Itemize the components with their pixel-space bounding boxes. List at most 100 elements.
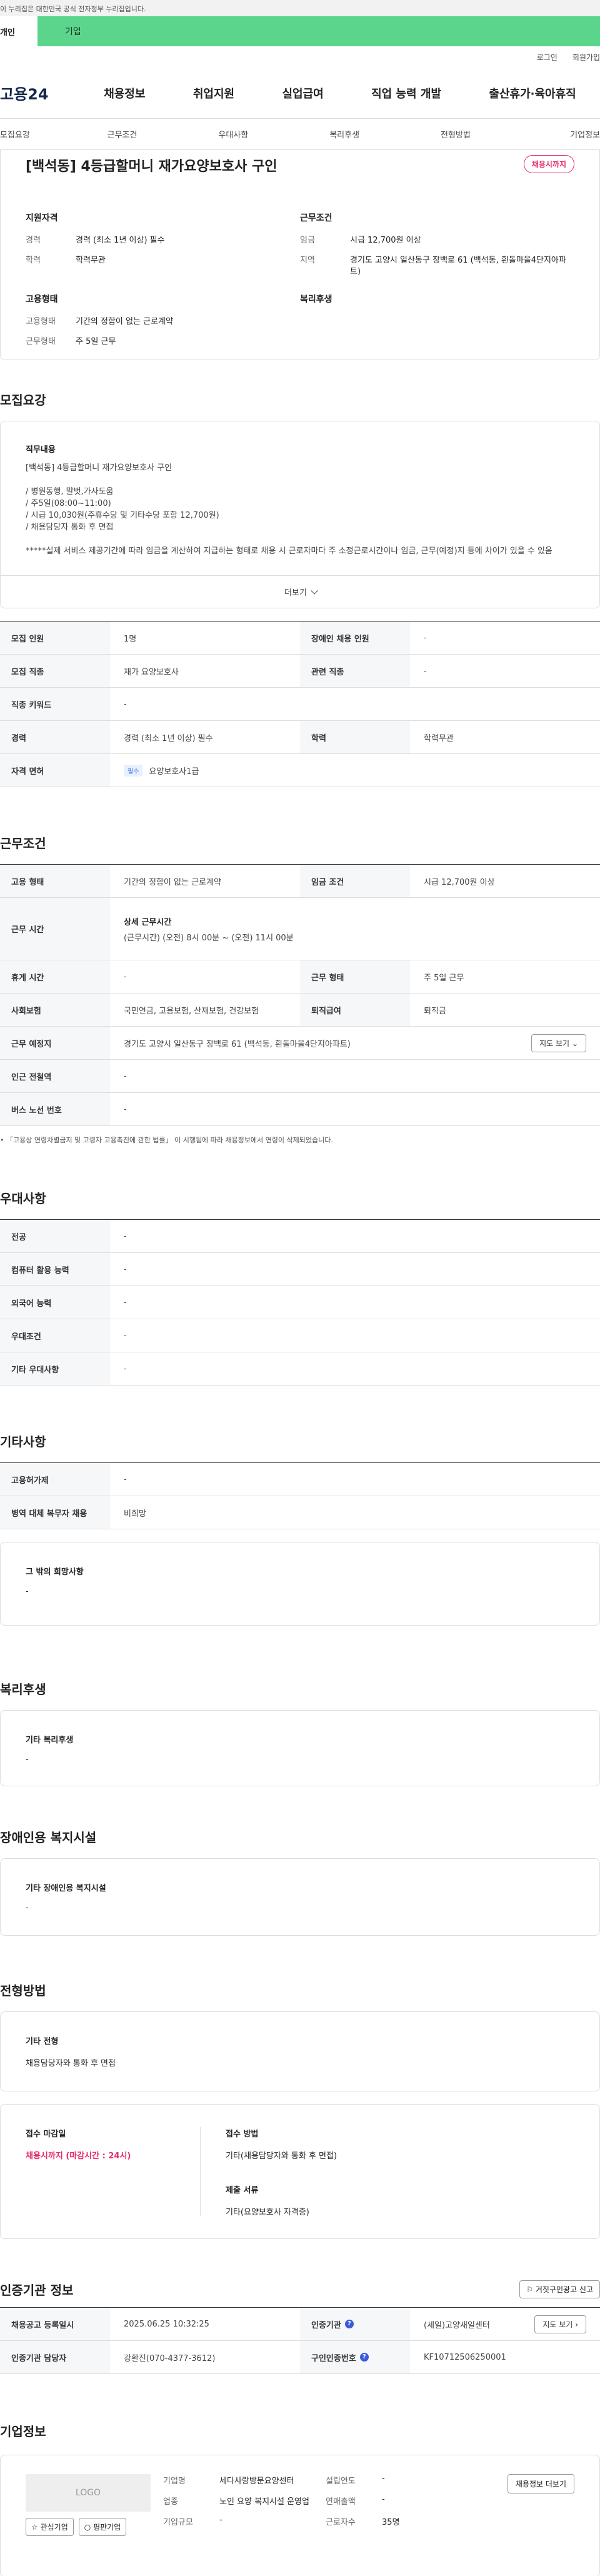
company-logo: LOGO: [26, 2474, 151, 2512]
etc-section-title: 기타사항: [0, 1434, 46, 1449]
tab-person[interactable]: 개인: [0, 16, 38, 46]
job-desc-line: [26, 533, 574, 545]
more-button[interactable]: 더보기: [1, 575, 599, 608]
org-section-title: 인증기관 정보: [0, 2283, 74, 2298]
disabled-hire-label: 장애인 채용 인원: [300, 621, 410, 654]
license-value: 요양보호사1급: [149, 767, 199, 777]
etc-table: 고용허가제 - 병역 대체 복무자 채용 비희망: [0, 1462, 600, 1529]
site-logo[interactable]: 고용24: [0, 82, 80, 104]
pref-section-title: 우대사항: [0, 1191, 46, 1206]
career-value: 경력 (최소 1년 이상) 필수: [76, 236, 165, 245]
retirement-label: 퇴직급여: [300, 994, 410, 1026]
join-link[interactable]: 회원가입: [572, 52, 600, 63]
welfare-heading: 기타 복리후생: [26, 1736, 74, 1745]
map-view-button[interactable]: 지도 보기 ⌄: [531, 1034, 586, 1052]
career-label: 경력: [0, 721, 110, 753]
work-form-value: 주 5일 근무: [424, 973, 464, 983]
pref-etc-label: 기타 우대사항: [0, 1352, 110, 1385]
favorite-company-button[interactable]: ☆ 관심기업: [26, 2518, 74, 2536]
workplace-cell: 경기도 고양시 일산동구 장백로 61 (백석동, 흰돌마을4단지아파트) 지도 …: [110, 1027, 600, 1059]
review-company-button[interactable]: ○ 평판기업: [78, 2518, 127, 2536]
report-button[interactable]: ⚐ 거짓구인광고 신고: [519, 2280, 600, 2298]
qualification-block: 지원자격 경력 경력 (최소 1년 이상) 필수 학력 학력무관 고용형태 고용형태…: [26, 211, 300, 356]
tab-company[interactable]: 기업: [38, 16, 600, 46]
chevron-down-icon: ⌄: [571, 1039, 578, 1048]
anchor-company[interactable]: 기업정보: [511, 128, 600, 140]
company-logo-area: LOGO ☆ 관심기업 ○ 평판기업: [26, 2474, 163, 2558]
gnb-item-training[interactable]: 직업 능력 개발: [371, 85, 441, 101]
deadline-badge: 채용시까지: [523, 155, 574, 173]
selection-box: 기타 전형 채용담당자와 통화 후 면접: [0, 2011, 600, 2091]
star-icon: ☆: [31, 2523, 38, 2532]
gov-banner-text: 이 누리집은 대한민국 공식 전자정부 누리집입니다.: [0, 5, 146, 13]
login-link[interactable]: 로그인: [537, 52, 558, 63]
anchor-selection[interactable]: 전형방법: [400, 128, 511, 140]
docs-value: 기타(요양보호사 자격증): [226, 2208, 309, 2217]
gnb-item-support[interactable]: 취업지원: [193, 85, 234, 101]
emp-type-label: 고용 형태: [0, 865, 110, 897]
job-desc-line: *****실제 서비스 제공기간에 따라 임금을 계산하여 지급하는 형태로 채…: [26, 546, 552, 556]
work-time-label: 근무 시간: [0, 898, 110, 960]
org-table: 채용공고 등록일시 2025.06.25 10:32:25 인증기관? (세일)고양새…: [0, 2307, 600, 2374]
company-size-label: 기업규모: [163, 2518, 193, 2527]
gnb-item-leave[interactable]: 출산휴가·육아휴직: [489, 85, 576, 101]
anchor-nav: 모집요강 근무조건 우대사항 복리후생 전형방법 기업정보: [0, 119, 600, 150]
docs-label: 제출 서류: [226, 2186, 259, 2195]
anchor-preference[interactable]: 우대사항: [178, 128, 289, 140]
chevron-down-icon: [311, 586, 318, 595]
global-nav: 고용24 채용정보 취업지원 실업급여 직업 능력 개발 출산휴가·육아휴직: [0, 68, 600, 119]
headcount-label: 모집 인원: [0, 621, 110, 654]
military-value: 비희망: [124, 1509, 146, 1519]
conditions-block: 근무조건 임금 시급 12,700원 이상 지역 경기도 고양시 일산동구 장백로 …: [300, 211, 574, 356]
job-desc-line: / 병원동행, 말벗,가사도움: [26, 487, 114, 496]
anchor-conditions[interactable]: 근무조건: [67, 128, 178, 140]
welfare-value: -: [26, 1755, 29, 1764]
anchor-welfare[interactable]: 복리후생: [289, 128, 400, 140]
job-desc-line: [26, 474, 574, 486]
disabled-hire-value: -: [424, 633, 427, 643]
break-value: -: [124, 972, 127, 982]
review-label: 평판기업: [93, 2523, 121, 2532]
employment-heading: 고용형태: [26, 294, 58, 304]
gnb-item-unemployment[interactable]: 실업급여: [282, 85, 323, 101]
company-box: LOGO ☆ 관심기업 ○ 평판기업 기업명 세다사랑방문요양센터 업종 노인 요양…: [0, 2455, 600, 2576]
work-table: 고용 형태 기간의 정함이 없는 근로계약 임금 조건 시급 12,700원 이상 근…: [0, 864, 600, 1126]
company-name-value: 세다사랑방문요양센터: [219, 2477, 294, 2486]
gov-banner: 이 누리집은 대한민국 공식 전자정부 누리집입니다.: [0, 0, 600, 16]
education-label: 학력: [300, 721, 410, 753]
notice-no-label: 구인인증번호?: [300, 2341, 410, 2373]
wish-box: 그 밖의 희망사항 -: [0, 1542, 600, 1626]
license-label: 자격 면허: [0, 754, 110, 787]
disability-value: -: [26, 1903, 29, 1913]
agency-value: (세일)고양새일센터: [424, 2320, 490, 2330]
company-size-value: -: [219, 2515, 222, 2525]
education-value: 학력무관: [76, 256, 106, 265]
info-icon[interactable]: ?: [359, 2353, 369, 2362]
agency-map-button[interactable]: 지도 보기 ›: [534, 2315, 586, 2333]
selection-section-title: 전형방법: [0, 1983, 46, 1998]
education-value: 학력무관: [424, 733, 454, 743]
map-view-label: 지도 보기: [539, 1039, 570, 1048]
favorite-label: 관심기업: [40, 2523, 68, 2532]
disability-section-title: 장애인용 복지시설: [0, 1830, 97, 1845]
job-description-box: 직무내용 [백석동] 4등급할머니 재가요양보호사 구인 / 병원동행, 말벗,…: [0, 421, 600, 608]
language-value: -: [124, 1297, 127, 1307]
info-icon[interactable]: ?: [344, 2320, 354, 2328]
company-name-label: 기업명: [163, 2477, 186, 2486]
job-desc-line: / 시급 10,030원(주휴수당 및 기타수당 포함 12,700원): [26, 511, 219, 520]
computer-skill-label: 컴퓨터 활용 능력: [0, 1253, 110, 1285]
pref-table: 전공 - 컴퓨터 활용 능력 - 외국어 능력 - 우대조건 - 기타 우대사항 -: [0, 1219, 600, 1386]
work-type-label: 근무형태: [26, 337, 56, 346]
subway-value: -: [124, 1071, 127, 1081]
more-jobs-button[interactable]: 채용정보 더보기: [507, 2474, 574, 2493]
retirement-value: 퇴직금: [424, 1006, 446, 1016]
major-label: 전공: [0, 1220, 110, 1252]
industry-label: 업종: [163, 2497, 178, 2507]
disability-heading: 기타 장애인용 복지시설: [26, 1884, 106, 1893]
megaphone-icon: ⚐: [526, 2285, 534, 2294]
pref-etc-value: -: [124, 1364, 127, 1374]
anchor-recruit[interactable]: 모집요강: [0, 128, 67, 140]
gnb-item-jobs[interactable]: 채용정보: [104, 85, 145, 101]
selection-value: 채용담당자와 통화 후 면접: [26, 2059, 116, 2068]
notice-no-value: KF10712506250001: [424, 2352, 506, 2362]
